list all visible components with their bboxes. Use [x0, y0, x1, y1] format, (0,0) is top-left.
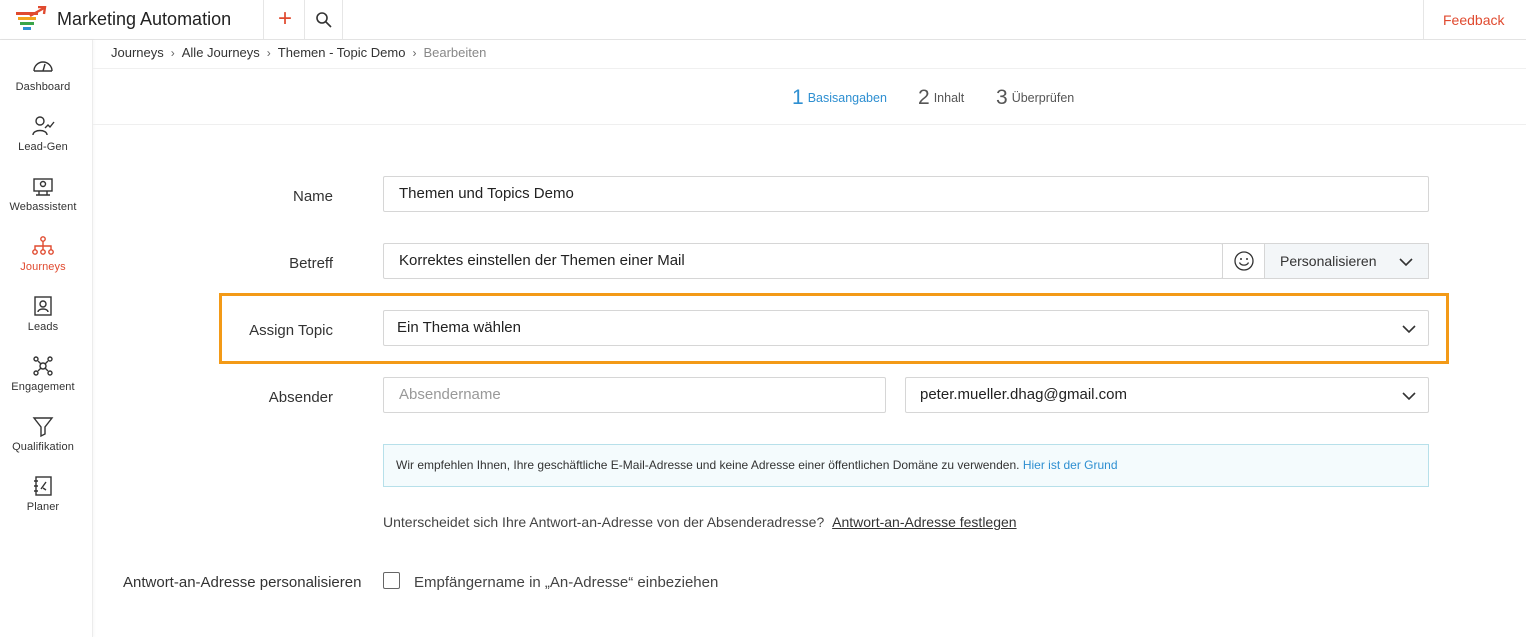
journeys-icon: [32, 236, 54, 255]
divider: [1423, 0, 1424, 39]
smiley-icon: [1234, 251, 1254, 271]
step-label: Überprüfen: [1011, 91, 1075, 105]
sidebar-item-engagement[interactable]: Engagement: [0, 354, 86, 410]
step-basisangaben[interactable]: 1 Basisangaben: [792, 86, 887, 110]
sidebar-item-label: Engagement: [11, 381, 75, 393]
engagement-icon: [33, 356, 53, 376]
step-number: 1: [792, 86, 804, 109]
topic-select-value: Ein Thema wählen: [397, 319, 521, 336]
breadcrumb: Journeys › Alle Journeys › Themen - Topic De…: [111, 45, 486, 61]
sender-label: Absender: [268, 389, 333, 406]
sidebar: Dashboard Lead-Gen Webassistent Journeys: [0, 40, 93, 637]
sidebar-item-label: Lead-Gen: [18, 141, 68, 153]
sidebar-item-label: Qualifikation: [12, 441, 74, 453]
info-notice: Wir empfehlen Ihnen, Ihre geschäftliche …: [383, 444, 1429, 487]
app-logo-icon[interactable]: [14, 6, 48, 34]
step-number: 3: [996, 86, 1008, 109]
breadcrumb-journey[interactable]: Themen - Topic Demo: [278, 45, 406, 60]
leads-contact-icon: [34, 296, 52, 316]
sidebar-item-planer[interactable]: Planer: [0, 474, 86, 530]
divider: [304, 0, 305, 39]
step-number: 2: [918, 86, 930, 109]
personalize-label: Personalisieren: [1280, 253, 1377, 269]
divider: [263, 0, 264, 39]
step-ueberpruefen[interactable]: 3 Überprüfen: [996, 86, 1074, 110]
chevron-right-icon: ›: [412, 46, 417, 60]
lead-gen-icon: [32, 116, 55, 136]
chevron-right-icon: ›: [266, 46, 271, 60]
step-label: Basisangaben: [807, 91, 887, 105]
sidebar-item-lead-gen[interactable]: Lead-Gen: [0, 114, 86, 170]
notice-text: Wir empfehlen Ihnen, Ihre geschäftliche …: [396, 458, 1020, 472]
sender-email-value: peter.mueller.dhag@gmail.com: [920, 386, 1127, 403]
sender-email-select[interactable]: peter.mueller.dhag@gmail.com: [905, 377, 1429, 413]
sidebar-item-label: Dashboard: [15, 81, 71, 93]
app-title: Marketing Automation: [57, 9, 232, 29]
chevron-down-icon: [1402, 325, 1416, 334]
planner-icon: [34, 476, 52, 496]
reply-to-question: Unterscheidet sich Ihre Antwort-an-Adres…: [383, 514, 825, 530]
step-label: Inhalt: [933, 91, 965, 105]
search-icon[interactable]: [312, 8, 336, 32]
include-recipient-name-label[interactable]: Empfängername in „An-Adresse“ einbeziehe…: [414, 574, 718, 591]
topic-label: Assign Topic: [249, 322, 333, 339]
emoji-button[interactable]: [1222, 243, 1265, 279]
chevron-right-icon: ›: [170, 46, 175, 60]
breadcrumb-journeys[interactable]: Journeys: [111, 45, 164, 60]
sidebar-item-journeys[interactable]: Journeys: [0, 234, 86, 290]
sidebar-item-webassistent[interactable]: Webassistent: [0, 174, 86, 230]
feedback-link[interactable]: Feedback: [1443, 12, 1504, 28]
sidebar-item-qualifikation[interactable]: Qualifikation: [0, 414, 86, 470]
divider: [93, 68, 1526, 69]
sidebar-item-leads[interactable]: Leads: [0, 294, 86, 350]
webassistant-icon: [33, 178, 53, 196]
name-label: Name: [292, 188, 333, 205]
personalize-dropdown[interactable]: Personalisieren: [1264, 243, 1429, 279]
step-inhalt[interactable]: 2 Inhalt: [918, 86, 964, 110]
name-input[interactable]: Themen und Topics Demo: [383, 176, 1429, 212]
reply-to-row: Unterscheidet sich Ihre Antwort-an-Adres…: [383, 514, 1017, 530]
dashboard-gauge-icon: [33, 61, 53, 72]
chevron-down-icon: [1402, 392, 1416, 401]
plus-icon[interactable]: +: [271, 6, 299, 34]
set-reply-to-link[interactable]: Antwort-an-Adresse festlegen: [832, 514, 1016, 530]
sidebar-item-label: Webassistent: [9, 201, 77, 213]
sidebar-item-label: Journeys: [20, 261, 66, 273]
divider: [93, 124, 1526, 125]
breadcrumb-current: Bearbeiten: [423, 45, 487, 60]
subject-input[interactable]: Korrektes einstellen der Themen einer Ma…: [383, 243, 1223, 279]
sidebar-item-label: Planer: [26, 501, 60, 513]
include-recipient-name-checkbox[interactable]: [383, 572, 400, 589]
sidebar-item-dashboard[interactable]: Dashboard: [0, 54, 86, 110]
personalize-reply-label: Antwort-an-Adresse personalisieren: [123, 574, 362, 591]
chevron-down-icon: [1399, 258, 1413, 267]
sidebar-item-label: Leads: [27, 321, 59, 333]
funnel-icon: [32, 417, 54, 438]
breadcrumb-all-journeys[interactable]: Alle Journeys: [182, 45, 260, 60]
notice-reason-link[interactable]: Hier ist der Grund: [1023, 458, 1118, 472]
topic-select[interactable]: Ein Thema wählen: [383, 310, 1429, 346]
top-bar: Marketing Automation + Feedback: [0, 0, 1526, 40]
divider: [342, 0, 343, 39]
subject-label: Betreff: [289, 255, 333, 272]
sender-name-input[interactable]: Absendername: [383, 377, 886, 413]
